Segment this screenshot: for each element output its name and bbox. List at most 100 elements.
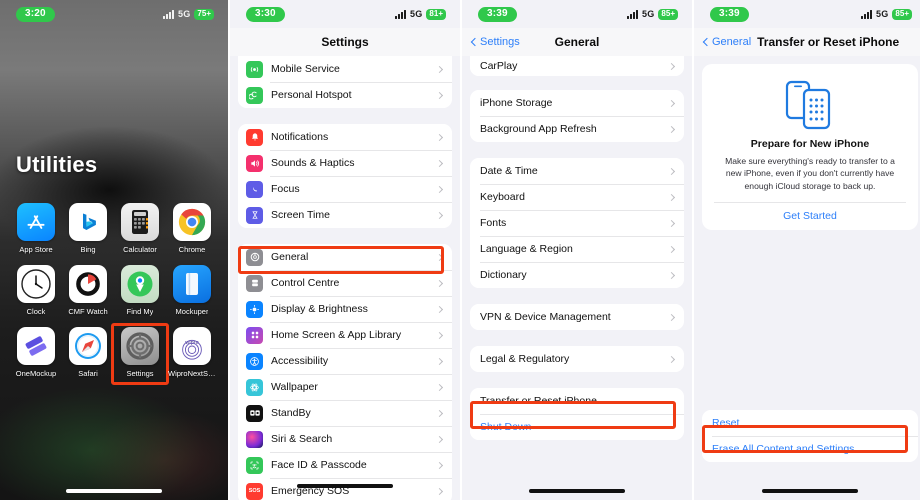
status-bar: 3:39 5G 85+ — [462, 0, 692, 28]
row-label: Wallpaper — [271, 381, 318, 393]
control-centre-icon — [246, 274, 263, 292]
sidebar-item-face-id[interactable]: Face ID & Passcode — [238, 452, 452, 478]
chevron-right-icon — [435, 383, 444, 391]
chevron-right-icon — [667, 125, 676, 133]
phone-panel-general: 3:39 5G 85+ Settings General CarPlay iPh… — [462, 0, 692, 500]
row-legal-regulatory[interactable]: Legal & Regulatory — [470, 346, 684, 372]
sidebar-item-accessibility[interactable]: Accessibility — [238, 348, 452, 374]
card-description: Make sure everything's ready to transfer… — [725, 156, 895, 191]
row-iphone-storage[interactable]: iPhone Storage — [470, 90, 684, 116]
row-dictionary[interactable]: Dictionary — [470, 262, 684, 288]
row-fonts[interactable]: Fonts — [470, 210, 684, 236]
prepare-for-new-iphone-card: Prepare for New iPhone Make sure everyth… — [702, 64, 918, 231]
phone-panel-home-screen: 3:20 5G 75+ Utilities App Store Bing Cal… — [0, 0, 228, 500]
row-label: Siri & Search — [271, 433, 333, 445]
chevron-right-icon — [435, 159, 444, 167]
app-store-icon — [17, 203, 55, 241]
back-button-settings[interactable]: Settings — [470, 36, 520, 48]
app-icon-find-my[interactable]: Find My — [114, 265, 166, 316]
sidebar-item-control-centre[interactable]: Control Centre — [238, 270, 452, 296]
get-started-button[interactable]: Get Started — [714, 202, 906, 230]
page-title: Transfer or Reset iPhone — [757, 35, 900, 49]
sidebar-item-sounds-haptics[interactable]: Sounds & Haptics — [238, 150, 452, 176]
general-scroll-area[interactable]: CarPlay iPhone Storage Background App Re… — [462, 56, 692, 500]
general-group-vpn: VPN & Device Management — [470, 304, 684, 330]
sidebar-item-focus[interactable]: Focus — [238, 176, 452, 202]
app-icon-app-store[interactable]: App Store — [10, 203, 62, 254]
row-label: StandBy — [271, 407, 311, 419]
row-label: Legal & Regulatory — [480, 353, 570, 365]
row-shut-down[interactable]: Shut Down — [470, 414, 684, 440]
row-label: Personal Hotspot — [271, 89, 352, 101]
row-language-region[interactable]: Language & Region — [470, 236, 684, 262]
row-label: Keyboard — [480, 191, 525, 203]
status-time: 3:39 — [710, 6, 749, 22]
sidebar-item-display-brightness[interactable]: Display & Brightness — [238, 296, 452, 322]
sidebar-item-mobile-service[interactable]: Mobile Service — [238, 56, 452, 82]
sidebar-item-siri-search[interactable]: Siri & Search — [238, 426, 452, 452]
sidebar-item-notifications[interactable]: Notifications — [238, 124, 452, 150]
app-icon-cmf-watch[interactable]: CMF Watch — [62, 265, 114, 316]
app-label: CMF Watch — [68, 307, 108, 316]
general-group-localization: Date & Time Keyboard Fonts Language & Re… — [470, 158, 684, 288]
app-icon-onemockup[interactable]: OneMockup — [10, 327, 62, 378]
row-label: Background App Refresh — [480, 123, 597, 135]
battery-badge: 85+ — [892, 8, 912, 20]
app-icon-clock[interactable]: Clock — [10, 265, 62, 316]
row-vpn-device-management[interactable]: VPN & Device Management — [470, 304, 684, 330]
two-iphones-icon — [714, 78, 906, 132]
row-label: Shut Down — [480, 421, 532, 433]
sidebar-item-emergency-sos[interactable]: SOS Emergency SOS — [238, 478, 452, 500]
sidebar-item-personal-hotspot[interactable]: Personal Hotspot — [238, 82, 452, 108]
clock-icon — [17, 265, 55, 303]
row-label: VPN & Device Management — [480, 311, 611, 323]
app-label: Settings — [126, 369, 154, 378]
app-icon-wipro[interactable]: wipro WiproNextSm... — [166, 327, 218, 378]
chevron-right-icon — [667, 245, 676, 253]
row-label: Focus — [271, 183, 300, 195]
home-indicator — [297, 484, 393, 488]
back-label: Settings — [480, 36, 520, 48]
app-label: Clock — [26, 307, 46, 316]
row-label: Reset — [712, 417, 740, 430]
chevron-left-icon — [470, 37, 480, 47]
app-icon-mockuper[interactable]: Mockuper — [166, 265, 218, 316]
sidebar-item-standby[interactable]: StandBy — [238, 400, 452, 426]
row-erase-all-content-and-settings[interactable]: Erase All Content and Settings — [702, 436, 918, 463]
transfer-reset-scroll-area[interactable]: Prepare for New iPhone Make sure everyth… — [694, 56, 920, 500]
home-indicator — [529, 489, 625, 493]
bing-icon — [69, 203, 107, 241]
sidebar-item-home-screen[interactable]: Home Screen & App Library — [238, 322, 452, 348]
sidebar-item-screen-time[interactable]: Screen Time — [238, 202, 452, 228]
chevron-right-icon — [435, 91, 444, 99]
sidebar-item-general[interactable]: General — [238, 244, 452, 270]
row-label: Transfer or Reset iPhone — [480, 395, 597, 407]
app-label: Safari — [78, 369, 98, 378]
row-keyboard[interactable]: Keyboard — [470, 184, 684, 210]
chevron-right-icon — [667, 355, 676, 363]
settings-group-notifications: Notifications Sounds & Haptics Focus Scr… — [238, 124, 452, 228]
general-group-transfer: Transfer or Reset iPhone Shut Down — [470, 388, 684, 440]
settings-scroll-area[interactable]: Mobile Service Personal Hotspot Notifica… — [230, 56, 460, 500]
app-icon-bing[interactable]: Bing — [62, 203, 114, 254]
back-button-general[interactable]: General — [702, 36, 751, 48]
app-icon-calculator[interactable]: Calculator — [114, 203, 166, 254]
app-icon-chrome[interactable]: Chrome — [166, 203, 218, 254]
row-background-app-refresh[interactable]: Background App Refresh — [470, 116, 684, 142]
sidebar-item-wallpaper[interactable]: Wallpaper — [238, 374, 452, 400]
row-carplay[interactable]: CarPlay — [470, 56, 684, 76]
display-brightness-icon — [246, 300, 263, 318]
status-time: 3:20 — [16, 6, 55, 22]
chevron-right-icon — [435, 357, 444, 365]
wipro-icon: wipro — [173, 327, 211, 365]
nav-bar: Settings General — [462, 28, 692, 56]
face-id-icon — [246, 456, 263, 474]
row-date-time[interactable]: Date & Time — [470, 158, 684, 184]
app-icon-settings[interactable]: Settings — [111, 323, 169, 385]
app-icon-safari[interactable]: Safari — [62, 327, 114, 378]
row-reset[interactable]: Reset — [702, 410, 918, 437]
row-label: Face ID & Passcode — [271, 459, 367, 471]
general-group-legal: Legal & Regulatory — [470, 346, 684, 372]
row-transfer-or-reset-iphone[interactable]: Transfer or Reset iPhone — [470, 388, 684, 414]
row-label: Erase All Content and Settings — [712, 443, 855, 456]
